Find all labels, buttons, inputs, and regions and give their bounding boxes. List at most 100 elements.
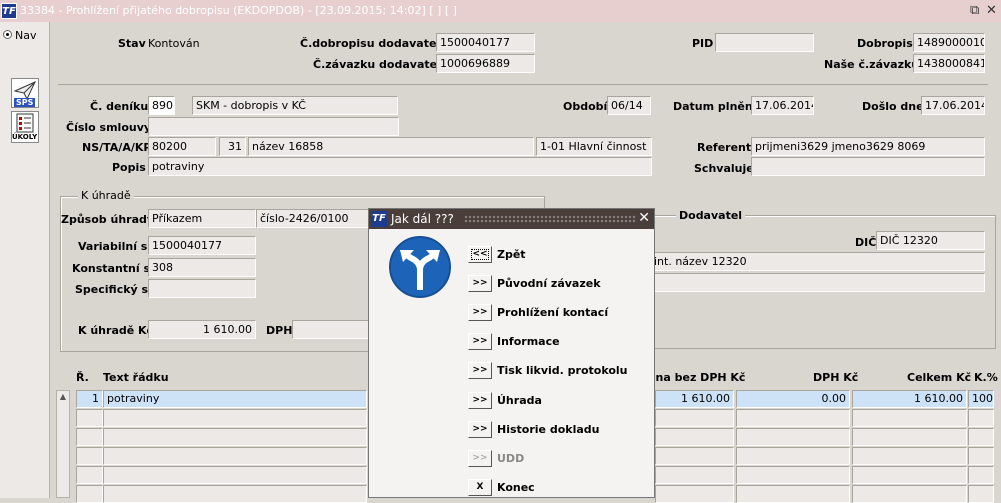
cell-dph[interactable]: 0.00 [736,390,850,408]
cell-r[interactable] [76,466,103,484]
cell-k[interactable] [968,409,994,427]
dobropis-dod-label: Č.dobropisu dodavatele [300,37,448,50]
stav-value: Kontován [148,37,200,50]
datum-plneni-field[interactable]: 17.06.2014 [751,96,814,115]
denik-name-field[interactable]: SKM - dobropis v KČ [192,96,398,115]
table-scrollbar[interactable]: ▲ [56,390,70,498]
kp-field[interactable]: 1-01 Hlavní činnost [536,137,652,156]
schvaluje-field[interactable] [751,157,985,176]
k-uhrade-kc-field[interactable]: 1 610.00 [148,320,256,339]
cell-text[interactable] [103,447,367,465]
jak-dal-dialog: TF Jak dál ??? ✕ << Zpět >> Původní závazek… [368,208,655,498]
tasks-tool-button[interactable]: ÚKOLY [11,111,39,143]
cell-k[interactable] [968,485,994,503]
cell-r[interactable] [76,447,103,465]
variabilni-field[interactable]: 1500040177 [148,236,256,255]
cell-k[interactable]: 100 [968,390,994,408]
dialog-option-button[interactable]: >> [468,333,492,351]
popis-field[interactable]: potraviny [148,157,652,176]
referent-label: Referent [697,141,752,154]
zavazek-dod-label: Č.závazku dodavatele [313,58,449,71]
cell-dph[interactable] [736,466,850,484]
dialog-option-button[interactable]: X [468,478,492,496]
dialog-close-button[interactable]: ✕ [638,210,650,226]
cell-cena[interactable] [655,466,734,484]
ta-field[interactable]: 31 [219,137,246,156]
close-window-button[interactable]: ✕ [986,3,997,18]
tasks-label: ÚKOLY [12,133,38,141]
nav-label: Nav [15,29,37,42]
nase-zavazek-label: Naše č.závazku [824,58,920,71]
cell-cena[interactable] [655,428,734,446]
ucet-field[interactable]: číslo-2426/0100 [256,209,370,228]
denik-code-field[interactable]: 890 [148,96,175,115]
cell-cena[interactable]: 1 610.00 [655,390,734,408]
dph-field[interactable] [292,320,372,339]
dic-field[interactable]: DIČ 12320 [876,231,985,250]
cell-dph[interactable] [736,409,850,427]
cell-r[interactable]: 1 [76,390,103,408]
ns-field[interactable]: 80200 [148,137,216,156]
app-logo-icon: TF [1,3,17,19]
dodavatel-name-field[interactable]: int. název 12320 [650,252,985,271]
scroll-up-icon[interactable]: ▲ [57,391,69,403]
cell-dph[interactable] [736,447,850,465]
cell-k[interactable] [968,428,994,446]
cell-text[interactable]: potraviny [103,390,367,408]
a-field[interactable]: název 16858 [248,137,534,156]
specificky-field[interactable] [148,279,256,298]
dialog-option-button[interactable]: >> [468,420,492,438]
cell-celkem[interactable] [852,466,967,484]
smlouva-field[interactable] [148,117,399,136]
pid-field[interactable] [715,33,814,52]
dialog-option-button[interactable]: << [468,246,492,263]
direction-sign-icon [389,236,451,298]
col-header-celkem: Celkem Kč [907,371,972,384]
nase-zavazek-field[interactable]: 1438000841 [913,54,985,73]
cell-k[interactable] [968,466,994,484]
cell-cena[interactable] [655,485,734,503]
doslo-field[interactable]: 17.06.2014 [921,96,985,115]
referent-field[interactable]: prijmeni3629 jmeno3629 8069 [751,137,985,156]
pid-label: PID [692,37,714,50]
dodavatel-extra-field[interactable] [650,273,985,292]
dialog-option-button[interactable]: >> [468,449,492,467]
cell-r[interactable] [76,428,103,446]
konstantni-field[interactable]: 308 [148,258,256,277]
dialog-option-label: Prohlížení kontací [497,306,609,320]
cell-cena[interactable] [655,409,734,427]
dialog-option-button[interactable]: >> [468,362,492,380]
sps-tool-button[interactable]: SPS [11,78,39,108]
cell-r[interactable] [76,485,103,503]
dialog-drag-area[interactable] [464,215,636,223]
cell-dph[interactable] [736,428,850,446]
dobropis-dod-field[interactable]: 1500040177 [436,33,535,52]
dialog-option-button[interactable]: >> [468,275,492,293]
nav-radio[interactable] [3,30,12,39]
zavazek-dod-field[interactable]: 1000696889 [436,54,535,73]
cell-text[interactable] [103,428,367,446]
cell-r[interactable] [76,409,103,427]
cell-celkem[interactable] [852,428,967,446]
cell-text[interactable] [103,466,367,484]
k-uhrade-title: K úhradě [78,189,134,202]
cell-celkem[interactable]: 1 610.00 [852,390,967,408]
cell-text[interactable] [103,485,367,503]
restore-window-button[interactable]: ⧉ [970,3,979,18]
dialog-option-button[interactable]: >> [468,304,492,322]
cell-cena[interactable] [655,447,734,465]
zpusob-field[interactable]: Příkazem [148,209,256,228]
specificky-label: Specifický s. [75,283,153,296]
dobropis-field[interactable]: 1489000010 [913,33,985,52]
window-titlebar: TF 33384 - Prohlížení přijatého dobropis… [0,0,1001,22]
datum-plneni-label: Datum plnění [673,100,757,113]
cell-dph[interactable] [736,485,850,503]
obdobi-field[interactable]: 06/14 [607,96,651,115]
dialog-option-button[interactable]: >> [468,391,492,409]
col-header-k: K.% [974,371,998,384]
cell-k[interactable] [968,447,994,465]
cell-celkem[interactable] [852,485,967,503]
cell-celkem[interactable] [852,409,967,427]
cell-celkem[interactable] [852,447,967,465]
cell-text[interactable] [103,409,367,427]
